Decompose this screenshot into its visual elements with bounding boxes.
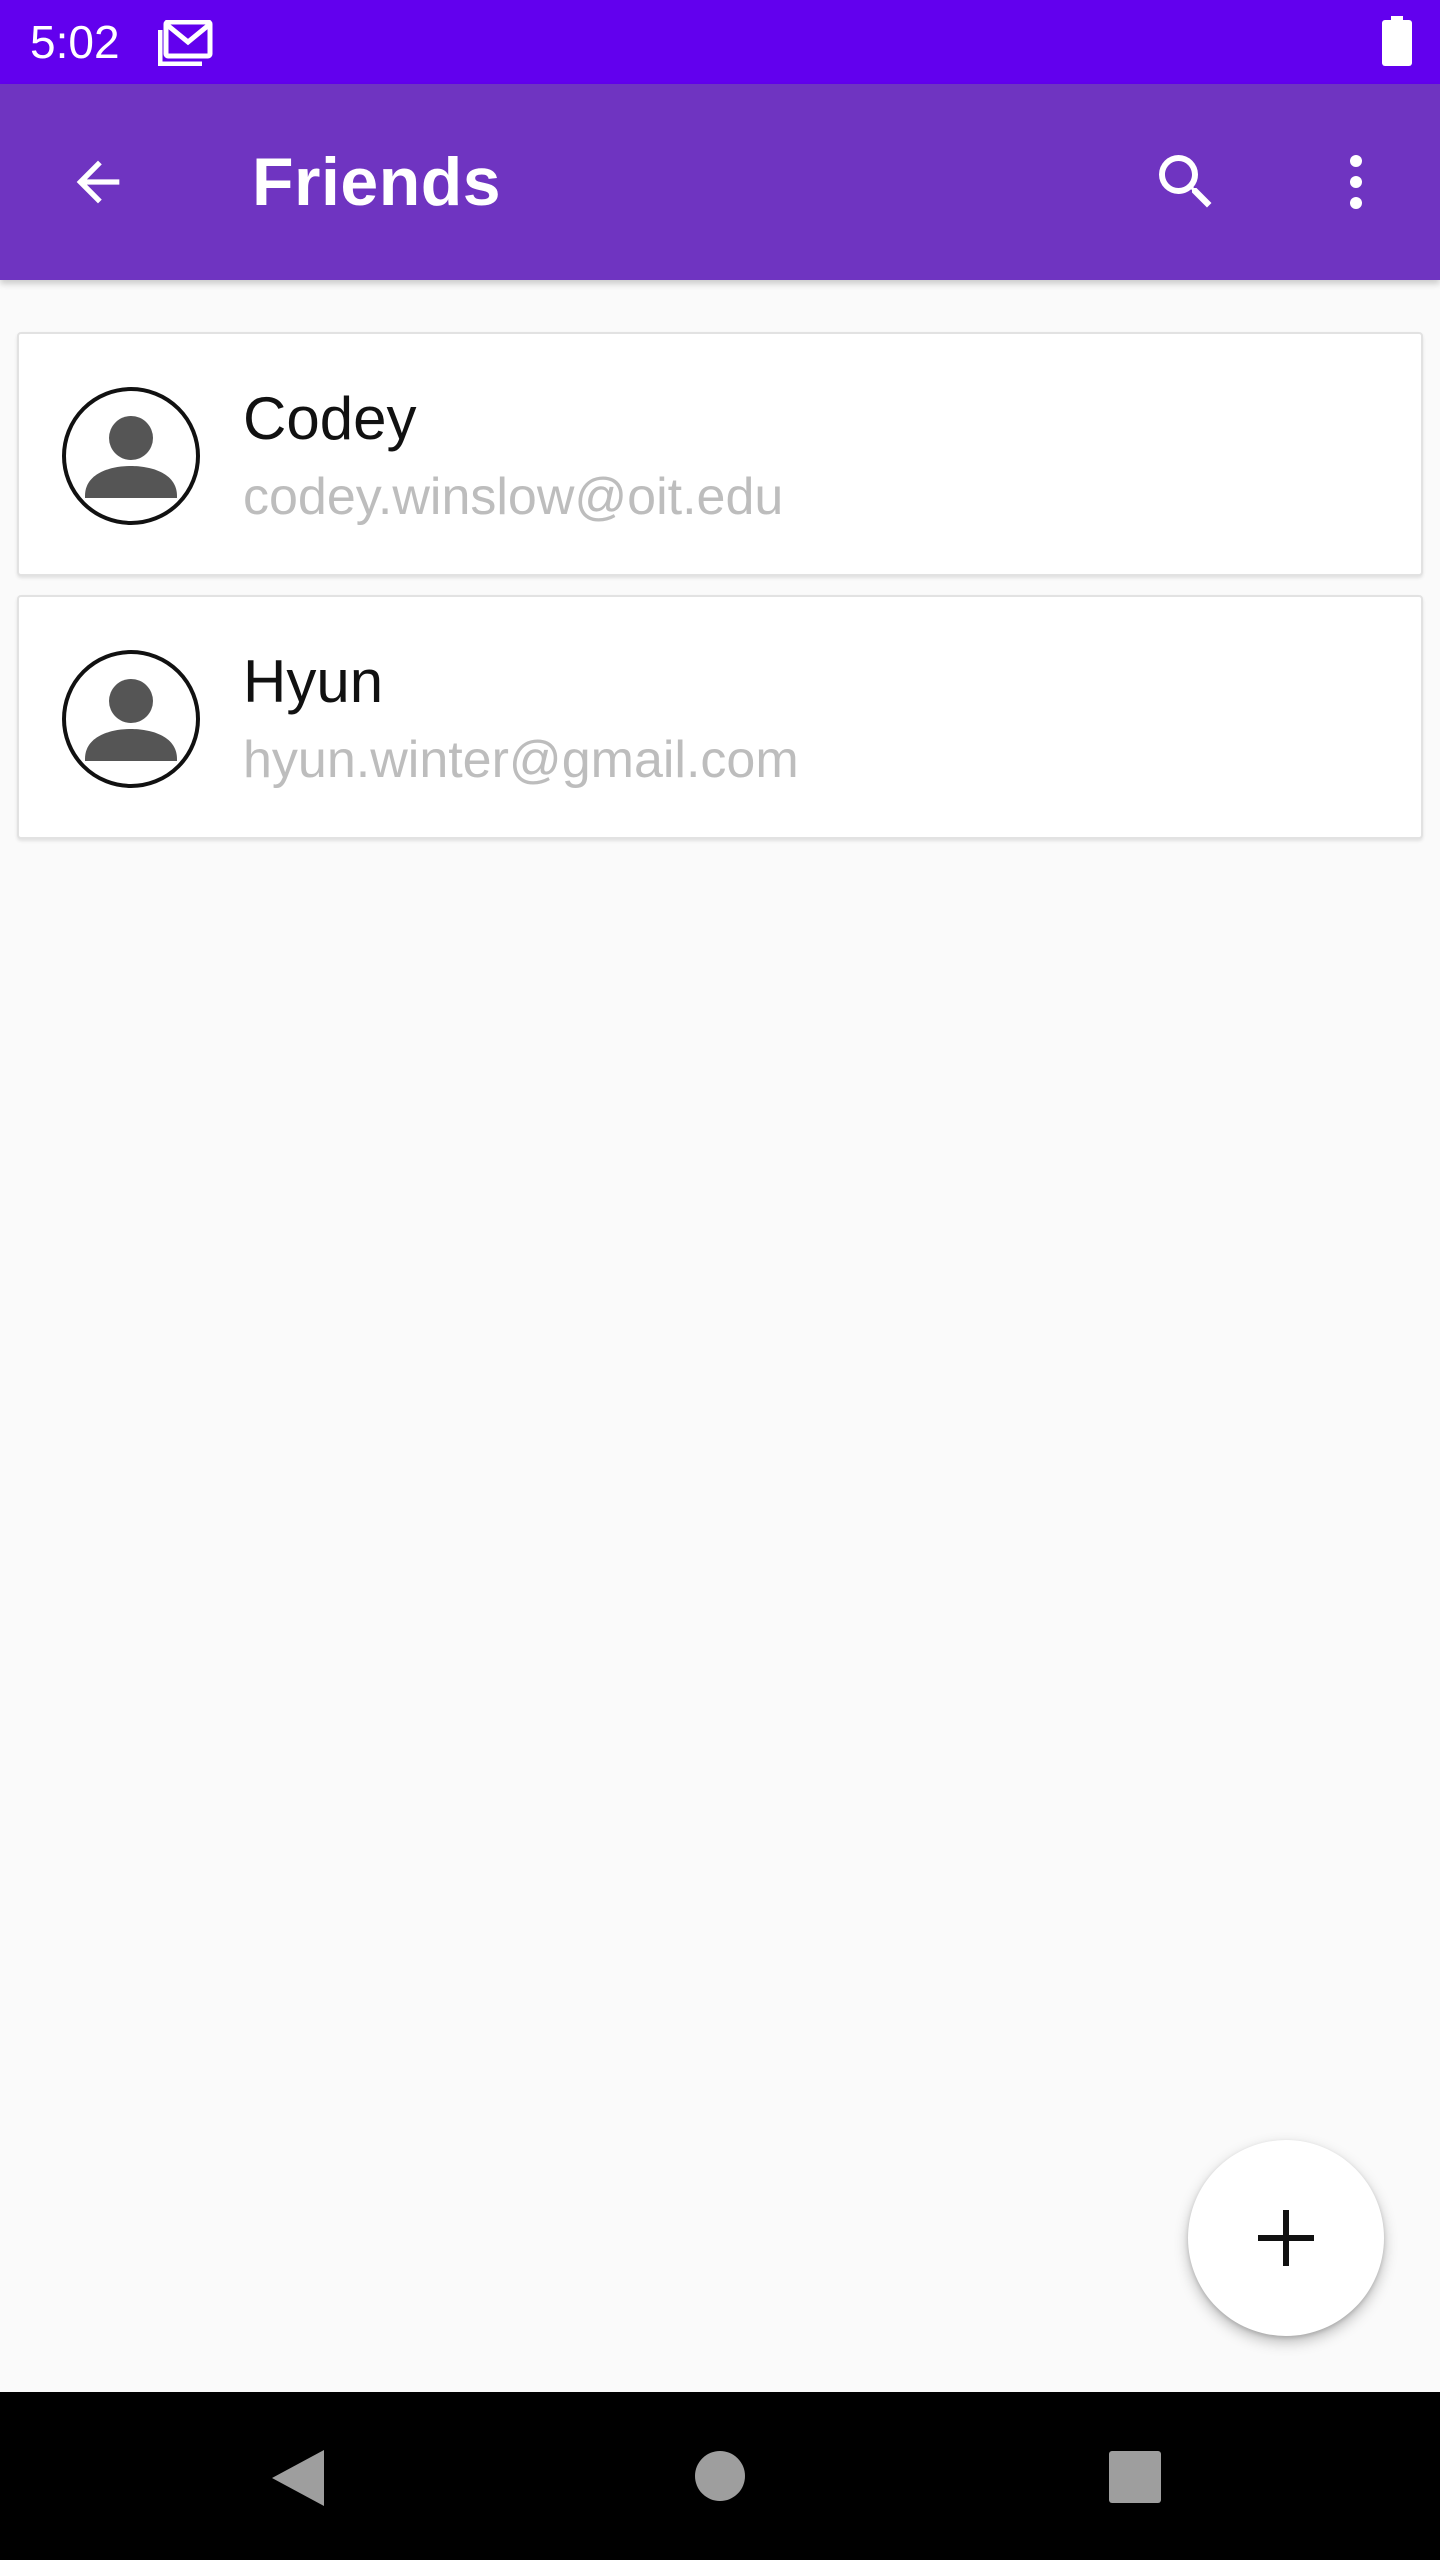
nav-back-icon[interactable]	[268, 2446, 328, 2510]
person-icon	[62, 387, 200, 525]
friends-screen: 5:02 Friends Codey codey.winslow@oit.edu…	[0, 0, 1440, 2560]
add-icon	[1258, 2210, 1314, 2266]
person-icon	[62, 650, 200, 788]
system-nav-bar	[0, 2392, 1440, 2560]
status-bar: 5:02	[0, 0, 1440, 84]
gmail-icon	[158, 20, 213, 66]
friend-list-item[interactable]: Codey codey.winslow@oit.edu	[17, 332, 1423, 576]
battery-icon	[1382, 16, 1412, 66]
status-time: 5:02	[30, 16, 120, 68]
nav-recents-icon[interactable]	[1108, 2450, 1162, 2504]
nav-home-icon[interactable]	[694, 2450, 746, 2502]
page-title: Friends	[252, 144, 502, 220]
search-button[interactable]	[1140, 136, 1232, 228]
search-icon	[1159, 155, 1212, 208]
app-bar: Friends	[0, 84, 1440, 280]
friend-list-item[interactable]: Hyun hyun.winter@gmail.com	[17, 595, 1423, 839]
add-friend-button[interactable]	[1188, 2140, 1384, 2336]
friend-name: Hyun	[243, 648, 384, 715]
friend-email: codey.winslow@oit.edu	[243, 468, 784, 526]
more-options-button[interactable]	[1310, 136, 1402, 228]
friend-email: hyun.winter@gmail.com	[243, 731, 799, 789]
arrow-back-icon	[76, 160, 120, 204]
more-vert-icon	[1350, 155, 1362, 209]
back-button[interactable]	[52, 136, 144, 228]
friend-name: Codey	[243, 385, 417, 452]
